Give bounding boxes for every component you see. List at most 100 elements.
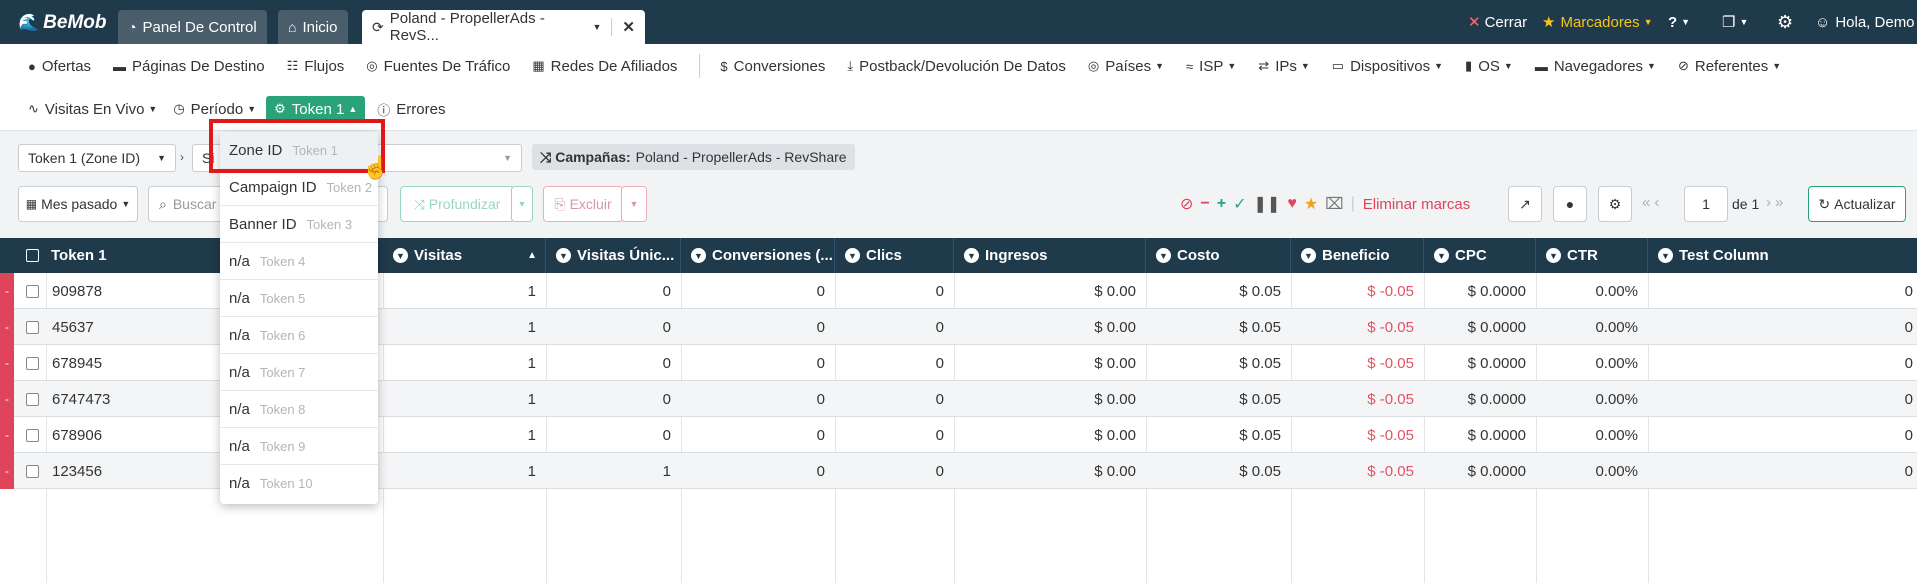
column-header-ctr[interactable]: ▼ CTR <box>1536 238 1648 273</box>
exclude-button[interactable]: ⎘ Excluir <box>543 186 623 222</box>
chevron-down-icon: ▼ <box>121 199 131 209</box>
filter-icon[interactable]: ▼ <box>964 248 979 263</box>
chart-button[interactable]: ↗ <box>1508 186 1542 222</box>
nav-flows[interactable]: ☷ Flujos <box>287 58 345 75</box>
nav-landing-pages[interactable]: ▬ Páginas De Destino <box>113 58 265 75</box>
tab-home[interactable]: ⌂ Inicio <box>278 10 348 44</box>
minus-icon[interactable]: − <box>1200 195 1209 213</box>
row-checkbox[interactable] <box>26 428 39 442</box>
bookmarks-menu[interactable]: ★ Marcadores ▼ <box>1542 0 1653 44</box>
page-number-input[interactable]: 1 <box>1684 186 1728 222</box>
row-checkbox[interactable] <box>26 356 39 370</box>
column-header-cpc[interactable]: ▼ CPC <box>1424 238 1536 273</box>
exclude-menu-button[interactable]: ▼ <box>621 186 647 222</box>
nav-traffic-sources[interactable]: ◎ Fuentes De Tráfico <box>366 58 510 75</box>
row-checkbox[interactable] <box>26 464 39 478</box>
nav-countries[interactable]: ◎ Países ▼ <box>1088 58 1164 75</box>
chevron-down-icon[interactable]: ▼ <box>593 22 602 32</box>
nav-affiliate-networks[interactable]: ▦ Redes De Afiliados <box>532 58 677 75</box>
column-header-conversions[interactable]: ▼ Conversiones (... <box>681 238 835 273</box>
token-option[interactable]: n/a Token 10 <box>220 465 378 502</box>
cell-cpc: $ 0.0000 <box>1467 318 1526 336</box>
group-by-select[interactable]: Token 1 (Zone ID) ▼ <box>18 144 176 172</box>
token-option[interactable]: Banner ID Token 3 <box>220 206 378 243</box>
drilldown-menu-button[interactable]: ▼ <box>511 186 533 222</box>
nav-isp[interactable]: ≈ ISP ▼ <box>1186 58 1236 75</box>
nav-referrers[interactable]: ⊘ Referentes ▼ <box>1678 58 1781 75</box>
nav-offers[interactable]: ● Ofertas <box>28 58 91 75</box>
token-option[interactable]: n/a Token 8 <box>220 391 378 428</box>
remove-marks-link[interactable]: Eliminar marcas <box>1363 196 1471 213</box>
settings-button[interactable]: ⚙ <box>1777 0 1793 44</box>
brand-logo[interactable]: 🌊 BeMob <box>18 12 107 34</box>
plus-icon[interactable]: + <box>1217 195 1226 213</box>
nav-browsers[interactable]: ▬ Navegadores ▼ <box>1535 58 1656 75</box>
column-header-visits[interactable]: ▼ Visitas ▲ <box>383 238 546 273</box>
token-option[interactable]: n/a Token 7 <box>220 354 378 391</box>
chevron-down-icon: ▼ <box>1681 17 1691 27</box>
filter-icon[interactable]: ▼ <box>393 248 408 263</box>
row-checkbox[interactable] <box>26 320 39 334</box>
nav-os[interactable]: ▮ OS ▼ <box>1465 58 1513 75</box>
filter-icon[interactable]: ▼ <box>1156 248 1171 263</box>
nav-period[interactable]: ◷ Período ▼ <box>173 101 256 118</box>
nav-label: Período <box>190 100 244 118</box>
help-menu[interactable]: ? ▼ <box>1668 0 1690 44</box>
refresh-button[interactable]: ↻ Actualizar <box>1808 186 1906 222</box>
token-option[interactable]: n/a Token 5 <box>220 280 378 317</box>
tab-campaign[interactable]: ⟳ Poland - PropellerAds - RevS... ▼ ✕ <box>362 10 645 44</box>
ban-icon[interactable]: ⊘ <box>1180 194 1193 214</box>
row-checkbox[interactable] <box>26 392 39 406</box>
column-label: Clics <box>866 247 902 264</box>
heart-icon[interactable]: ♥ <box>1287 195 1297 213</box>
filter-icon[interactable]: ▼ <box>556 248 571 263</box>
cell-revenue: $ 0.00 <box>1094 282 1136 300</box>
column-header-cost[interactable]: ▼ Costo <box>1146 238 1291 273</box>
column-header-clicks[interactable]: ▼ Clics <box>835 238 954 273</box>
campaign-filter-chip[interactable]: ⤨ Campañas: Poland - PropellerAds - RevS… <box>532 144 855 170</box>
column-header-revenue[interactable]: ▼ Ingresos <box>954 238 1146 273</box>
column-header-profit[interactable]: ▼ Beneficio <box>1291 238 1424 273</box>
filter-icon[interactable]: ▼ <box>845 248 860 263</box>
nav-conversions[interactable]: $ Conversiones <box>720 58 825 75</box>
filter-icon[interactable]: ▼ <box>691 248 706 263</box>
nav-postback[interactable]: ⤓ Postback/Devolución De Datos <box>847 58 1066 75</box>
select-all-checkbox[interactable] <box>26 249 39 262</box>
tab-dashboard[interactable]: ◔ Panel De Control <box>118 10 267 44</box>
nav-label: Navegadores <box>1553 57 1644 75</box>
token-option[interactable]: Campaign ID Token 2 <box>220 169 378 206</box>
row-checkbox[interactable] <box>26 284 39 298</box>
columns-settings-button[interactable]: ⚙ <box>1598 186 1632 222</box>
column-header-unique-visits[interactable]: ▼ Visitas Únic... <box>546 238 681 273</box>
star-icon[interactable]: ★ <box>1304 194 1318 214</box>
nav-devices[interactable]: ▭ Dispositivos ▼ <box>1332 58 1443 75</box>
pagination-next[interactable]: ›» <box>1766 194 1787 211</box>
period-select[interactable]: ▦ Mes pasado ▼ <box>18 186 138 222</box>
filter-icon[interactable]: ▼ <box>1546 248 1561 263</box>
nav-errors[interactable]: ⓘ Errores <box>377 100 445 119</box>
check-icon[interactable]: ✓ <box>1233 194 1246 214</box>
cell-profit: $ -0.05 <box>1367 462 1414 480</box>
nav-live-visits[interactable]: ∿ Visitas En Vivo ▼ <box>28 101 157 118</box>
close-all-button[interactable]: ✕ Cerrar <box>1468 0 1527 44</box>
token-option[interactable]: n/a Token 6 <box>220 317 378 354</box>
close-tab-icon[interactable]: ✕ <box>611 18 635 36</box>
windows-menu[interactable]: ❐ ▼ <box>1722 0 1748 44</box>
column-header-test[interactable]: ▼ Test Column <box>1648 238 1917 273</box>
pagination-prev[interactable]: «‹ <box>1642 194 1663 211</box>
user-menu[interactable]: ☺ Hola, Demo <box>1815 0 1915 44</box>
filter-icon[interactable]: ▼ <box>1658 248 1673 263</box>
comments-button[interactable]: ● <box>1553 186 1587 222</box>
pause-icon[interactable]: ❚❚ <box>1254 194 1281 214</box>
first-page-icon[interactable]: « <box>1642 194 1654 211</box>
token-option[interactable]: n/a Token 4 <box>220 243 378 280</box>
next-page-icon[interactable]: › <box>1766 194 1775 211</box>
filter-icon[interactable]: ▼ <box>1301 248 1316 263</box>
nav-ips[interactable]: ⇄ IPs ▼ <box>1258 58 1310 75</box>
last-page-icon[interactable]: » <box>1775 194 1787 211</box>
prev-page-icon[interactable]: ‹ <box>1654 194 1663 211</box>
drilldown-button[interactable]: ⤨ Profundizar <box>400 186 514 222</box>
token-option[interactable]: n/a Token 9 <box>220 428 378 465</box>
trash-icon[interactable]: ⌧ <box>1325 194 1343 214</box>
filter-icon[interactable]: ▼ <box>1434 248 1449 263</box>
